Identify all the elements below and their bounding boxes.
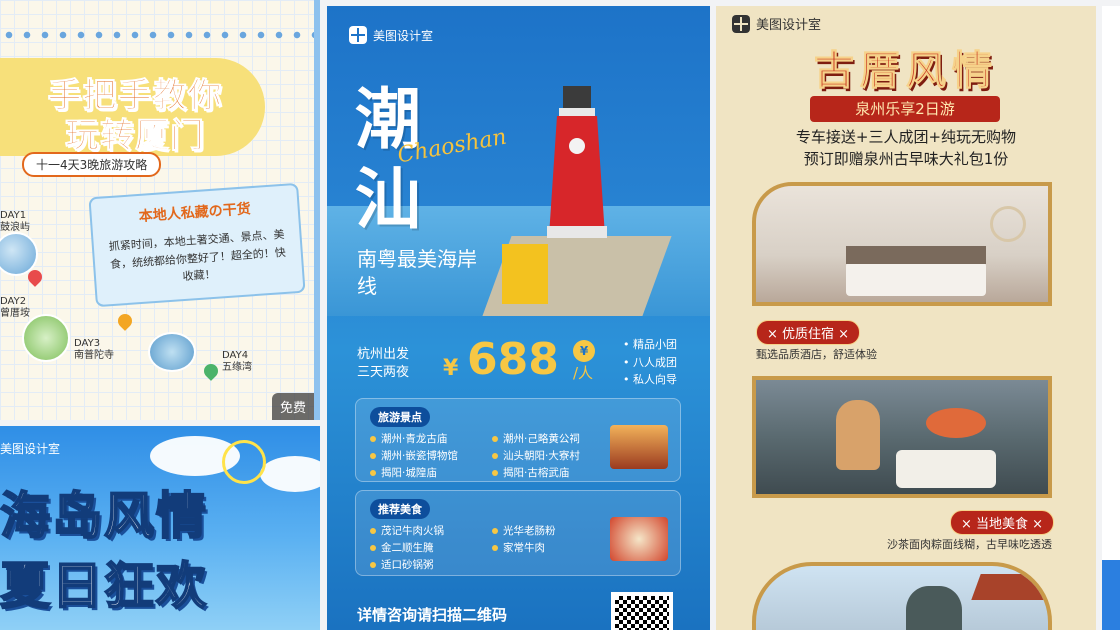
notebook-rings xyxy=(0,30,314,40)
day2-photo xyxy=(22,314,70,362)
brand-logo-icon xyxy=(732,14,750,33)
lighthouse-icon xyxy=(547,86,607,238)
xiamen-note-title: 本地人私藏の干货 xyxy=(138,201,252,225)
xiamen-title-line2: 玩转厦门 xyxy=(65,116,205,157)
quanzhou-feature-line2: 预订即赠泉州古早味大礼包1份 xyxy=(803,150,1009,168)
template-card-chaoshan[interactable]: 美图设计室 潮 汕 Chaoshan 南粤最美海岸线 杭州出发 三天两夜 ¥ 68… xyxy=(327,6,710,630)
food-panel: 推荐美食 茂记牛肉火锅 光华老肠粉 金二顺生腌 家常牛肉 适口砂锅粥 xyxy=(355,490,681,576)
contact-text: 详情咨询请扫描二维码 xyxy=(357,606,508,624)
spot-item: 汕头朝阳·大寮村 xyxy=(492,448,610,463)
chaoshan-brand: 美图设计室 xyxy=(349,26,433,44)
free-badge: 免费 xyxy=(271,393,314,420)
spot-item: 潮州·己略黄公祠 xyxy=(492,431,610,446)
temple-statue-photo xyxy=(752,562,1052,630)
temple-photo xyxy=(610,425,668,469)
food-item: 茂记牛肉火锅 xyxy=(370,523,488,538)
location-pin-icon xyxy=(201,361,221,381)
feature-item: • 八人成团 xyxy=(623,355,677,369)
spot-item: 潮州·嵌瓷博物馆 xyxy=(370,448,488,463)
day1-label: DAY1 鼓浪屿 xyxy=(0,210,30,233)
local-food-photo xyxy=(752,376,1052,498)
day2-label: DAY2 曾厝垵 xyxy=(0,296,30,319)
chaoshan-subtitle: 南粤最美海岸线 xyxy=(357,247,477,298)
template-card-island[interactable]: 美图设计室 海岛风情 夏日狂欢 xyxy=(0,426,320,630)
food-item: 金二顺生腌 xyxy=(370,540,488,555)
xiamen-subtitle: 十一4天3晚旅游攻略 xyxy=(22,152,162,177)
spots-list: 潮州·青龙古庙 潮州·己略黄公祠 潮州·嵌瓷博物馆 汕头朝阳·大寮村 揭阳·城隍… xyxy=(370,431,610,480)
cloud-shape xyxy=(260,456,320,492)
xiamen-note-card: 本地人私藏の干货 抓紧时间，本地土著交通、景点、美食，统统都给你整好了！超全的！… xyxy=(88,182,306,308)
day3-photo xyxy=(148,332,196,372)
qr-code-icon xyxy=(611,592,673,630)
quanzhou-ribbon: 泉州乐享2日游 xyxy=(810,96,1000,122)
food-tag: × 当地美食 × xyxy=(949,510,1054,535)
spots-panel: 旅游景点 潮州·青龙古庙 潮州·己略黄公祠 潮州·嵌瓷博物馆 汕头朝阳·大寮村 … xyxy=(355,398,681,482)
price-value: 688 xyxy=(467,334,559,385)
price-unit: /人 xyxy=(573,364,594,382)
food-list: 茂记牛肉火锅 光华老肠粉 金二顺生腌 家常牛肉 适口砂锅粥 xyxy=(370,523,610,572)
template-card-quanzhou[interactable]: 美图设计室 古厝风情 泉州乐享2日游 专车接送+三人成团+纯玩无购物 预订即赠泉… xyxy=(716,6,1096,630)
scroll-panel-edge xyxy=(1102,6,1120,630)
spot-item: 揭阳·城隍庙 xyxy=(370,465,488,480)
price-section: 杭州出发 三天两夜 ¥ 688 ¥ /人 • 精品小团 • 八人成团 • 私人向导 xyxy=(347,334,693,392)
feature-item: • 私人向导 xyxy=(623,373,677,387)
island-brand: 美图设计室 xyxy=(0,442,61,456)
island-title-line2: 夏日狂欢 xyxy=(0,556,208,616)
spot-item: 潮州·青龙古庙 xyxy=(370,431,488,446)
spots-label: 旅游景点 xyxy=(370,407,430,427)
spot-item: 揭阳·古榕武庙 xyxy=(492,465,610,480)
day3-label: DAY3 南普陀寺 xyxy=(74,338,114,361)
feature-item: • 精品小团 xyxy=(623,338,677,351)
location-pin-icon xyxy=(115,311,135,331)
food-item: 适口砂锅粥 xyxy=(370,557,488,572)
depart-info: 杭州出发 三天两夜 xyxy=(357,347,410,380)
island-title-line1: 海岛风情 xyxy=(0,486,208,546)
brand-logo-icon xyxy=(349,26,367,44)
feature-list: • 精品小团 • 八人成团 • 私人向导 xyxy=(623,336,677,389)
food-item: 家常牛肉 xyxy=(492,540,610,555)
hotel-description: 甄选品质酒店，舒适体验 xyxy=(756,348,877,361)
side-action-tab[interactable] xyxy=(1102,560,1120,630)
food-photo xyxy=(610,517,668,561)
quanzhou-brand: 美图设计室 xyxy=(732,14,821,33)
sun-icon xyxy=(222,440,266,484)
food-description: 沙茶面肉粽面线糊，古早味吃透透 xyxy=(887,538,1052,551)
quanzhou-feature-line1: 专车接送+三人成团+纯玩无购物 xyxy=(795,128,1017,146)
quanzhou-title: 古厝风情 xyxy=(814,48,998,95)
day4-label: DAY4 五缘湾 xyxy=(222,350,252,373)
hotel-room-photo xyxy=(752,182,1052,306)
hotel-tag: × 优质住宿 × xyxy=(756,320,861,345)
yellow-railing xyxy=(502,244,548,304)
price-currency: ¥ xyxy=(443,356,459,381)
template-card-xiamen[interactable]: 手把手教你 玩转厦门 十一4天3晚旅游攻略 本地人私藏の干货 抓紧时间，本地土著… xyxy=(0,0,320,420)
template-gallery: 手把手教你 玩转厦门 十一4天3晚旅游攻略 本地人私藏の干货 抓紧时间，本地土著… xyxy=(0,0,1120,630)
xiamen-note-text: 抓紧时间，本地土著交通、景点、美食，统统都给你整好了！超全的！快收藏！ xyxy=(108,227,287,284)
food-item: 光华老肠粉 xyxy=(492,523,610,538)
currency-badge: ¥ xyxy=(573,340,595,362)
food-label: 推荐美食 xyxy=(370,499,430,519)
